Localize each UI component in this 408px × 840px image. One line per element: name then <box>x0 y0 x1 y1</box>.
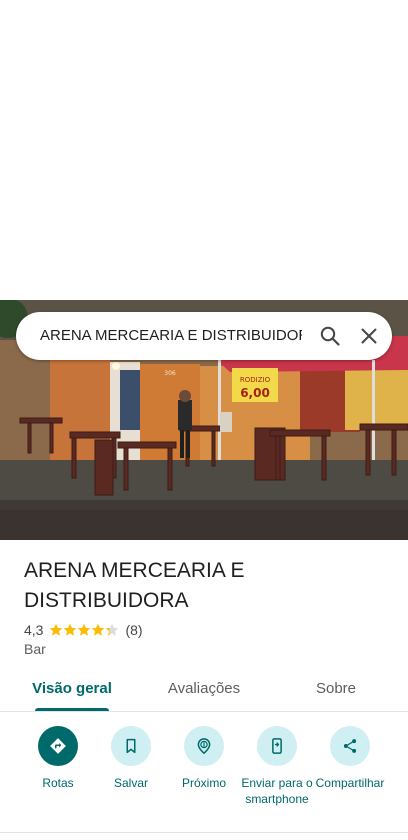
save-circle <box>111 726 151 766</box>
directions-button[interactable]: Rotas <box>18 726 98 791</box>
tab-active-indicator <box>35 708 109 711</box>
send-to-phone-label: Enviar para o smartphone <box>241 776 313 806</box>
search-input[interactable]: ARENA MERCEARIA E DISTRIBUIDORA <box>40 312 302 360</box>
directions-icon <box>50 738 66 754</box>
close-icon[interactable] <box>357 324 381 348</box>
nearby-button[interactable]: Próximo <box>164 726 244 791</box>
directions-circle <box>38 726 78 766</box>
send-to-phone-icon <box>272 738 282 754</box>
place-category[interactable]: Bar <box>24 640 46 658</box>
share-icon <box>343 739 357 753</box>
send-to-phone-button[interactable]: Enviar para o smartphone <box>237 726 317 807</box>
star-icon <box>50 623 63 636</box>
search-icon[interactable] <box>318 324 342 348</box>
tab-bar: Visão geral Avaliações Sobre <box>0 668 408 712</box>
action-buttons: Rotas Salvar Próximo Enviar para o smart… <box>0 726 408 830</box>
bottom-divider <box>0 832 408 833</box>
search-bar[interactable]: ARENA MERCEARIA E DISTRIBUIDORA <box>16 312 392 360</box>
star-icon <box>92 623 105 636</box>
nearby-circle <box>184 726 224 766</box>
tab-overview[interactable]: Visão geral <box>18 668 126 712</box>
rating-row[interactable]: 4,3 (8) <box>24 620 143 640</box>
nearby-icon <box>197 738 211 755</box>
tab-reviews[interactable]: Avaliações <box>150 668 258 712</box>
share-button[interactable]: Compartilhar <box>310 726 390 791</box>
send-to-phone-circle <box>257 726 297 766</box>
map-area-blank <box>0 0 408 300</box>
save-label: Salvar <box>113 776 148 790</box>
tab-about[interactable]: Sobre <box>282 668 390 712</box>
nearby-label: Próximo <box>181 776 226 790</box>
photo-sign-text: RODIZIO <box>240 376 271 384</box>
rating-value: 4,3 <box>24 622 44 638</box>
star-icon <box>78 623 91 636</box>
directions-label: Rotas <box>42 776 74 790</box>
save-button[interactable]: Salvar <box>91 726 171 791</box>
review-count[interactable]: (8) <box>125 622 142 638</box>
photo-number-text: 306 <box>164 370 176 377</box>
share-circle <box>330 726 370 766</box>
star-icon <box>64 623 77 636</box>
place-title: ARENA MERCEARIA E DISTRIBUIDORA <box>24 559 245 612</box>
photo-price-text: 6,00 <box>240 386 270 400</box>
rating-stars <box>49 623 119 637</box>
share-label: Compartilhar <box>315 776 385 790</box>
star-icon <box>106 623 119 636</box>
bookmark-icon <box>126 738 136 754</box>
